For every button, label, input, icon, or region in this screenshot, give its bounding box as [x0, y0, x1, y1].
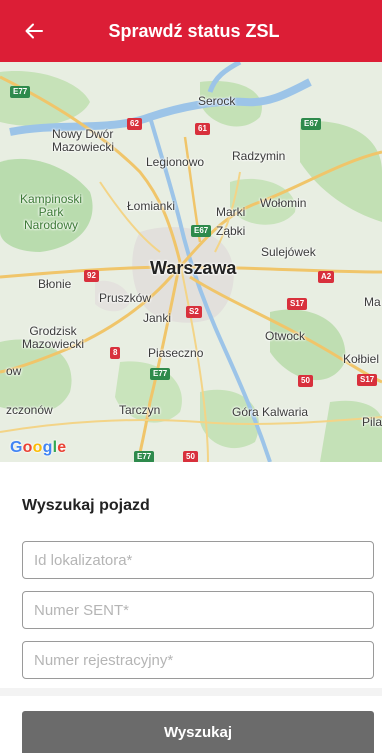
road-shield: S17	[357, 374, 378, 386]
road-shield: A2	[318, 271, 335, 283]
map-label-warszawa: Warszawa	[150, 258, 237, 278]
road-shield: 61	[195, 123, 210, 135]
road-shield: S2	[186, 306, 202, 318]
map-label-pila: Pila	[362, 415, 382, 429]
locator-id-input[interactable]	[22, 541, 374, 579]
registration-number-input[interactable]	[22, 641, 374, 679]
map-label-radzymin: Radzymin	[232, 149, 286, 163]
map-label-sulejowek: Sulejówek	[261, 245, 316, 259]
map-view[interactable]: Serock Nowy Dwór Mazowiecki Legionowo Ra…	[0, 62, 382, 462]
map-label-ow: ow	[6, 364, 22, 378]
map-label-gora-kalwaria: Góra Kalwaria	[232, 405, 309, 419]
map-label-tarczyn: Tarczyn	[119, 403, 161, 417]
map-label-kampinoski: Kampinoski Park Narodowy	[20, 192, 83, 232]
map-label-lomianki: Łomianki	[127, 199, 176, 213]
map-label-nowy-dwor: Nowy Dwór Mazowiecki	[52, 127, 115, 154]
divider	[0, 688, 382, 696]
page-title: Sprawdź status ZSL	[108, 20, 280, 41]
map-label-blonie: Błonie	[38, 277, 72, 291]
section-title: Wyszukaj pojazd	[22, 497, 150, 514]
map-label-piaseczno: Piaseczno	[148, 346, 204, 360]
road-shield: E77	[10, 86, 31, 98]
road-shield: 50	[298, 375, 313, 387]
road-shield: 8	[110, 347, 121, 359]
map-label-wolomin: Wołomin	[260, 196, 307, 210]
road-shield: E67	[191, 225, 212, 237]
road-shield: 62	[127, 118, 142, 130]
map-label-zabki: Ząbki	[216, 224, 246, 238]
map-label-kolbiel: Kołbiel	[343, 352, 380, 366]
app-bar: Sprawdź status ZSL	[0, 0, 382, 62]
search-button[interactable]: Wyszukaj	[22, 711, 374, 753]
map-label-serock: Serock	[198, 94, 236, 108]
map-label-pruszkow: Pruszków	[99, 291, 152, 305]
map-label-marki: Marki	[216, 205, 246, 219]
google-logo: Google	[10, 439, 67, 456]
map-label-zczonow: zczonów	[6, 403, 53, 417]
road-shield: 92	[84, 270, 99, 282]
road-shield: 50	[183, 451, 198, 462]
road-shield: E77	[134, 451, 155, 462]
map-label-legionowo: Legionowo	[146, 155, 205, 169]
map-label-ma: Ma	[364, 295, 381, 309]
road-shield: E77	[150, 368, 171, 380]
map-label-otwock: Otwock	[265, 329, 306, 343]
map-label-grodzisk: Grodzisk Mazowiecki	[22, 324, 85, 351]
road-shield: E67	[301, 118, 322, 130]
road-shield: S17	[287, 298, 308, 310]
sent-number-input[interactable]	[22, 591, 374, 629]
map-label-janki: Janki	[143, 311, 172, 325]
